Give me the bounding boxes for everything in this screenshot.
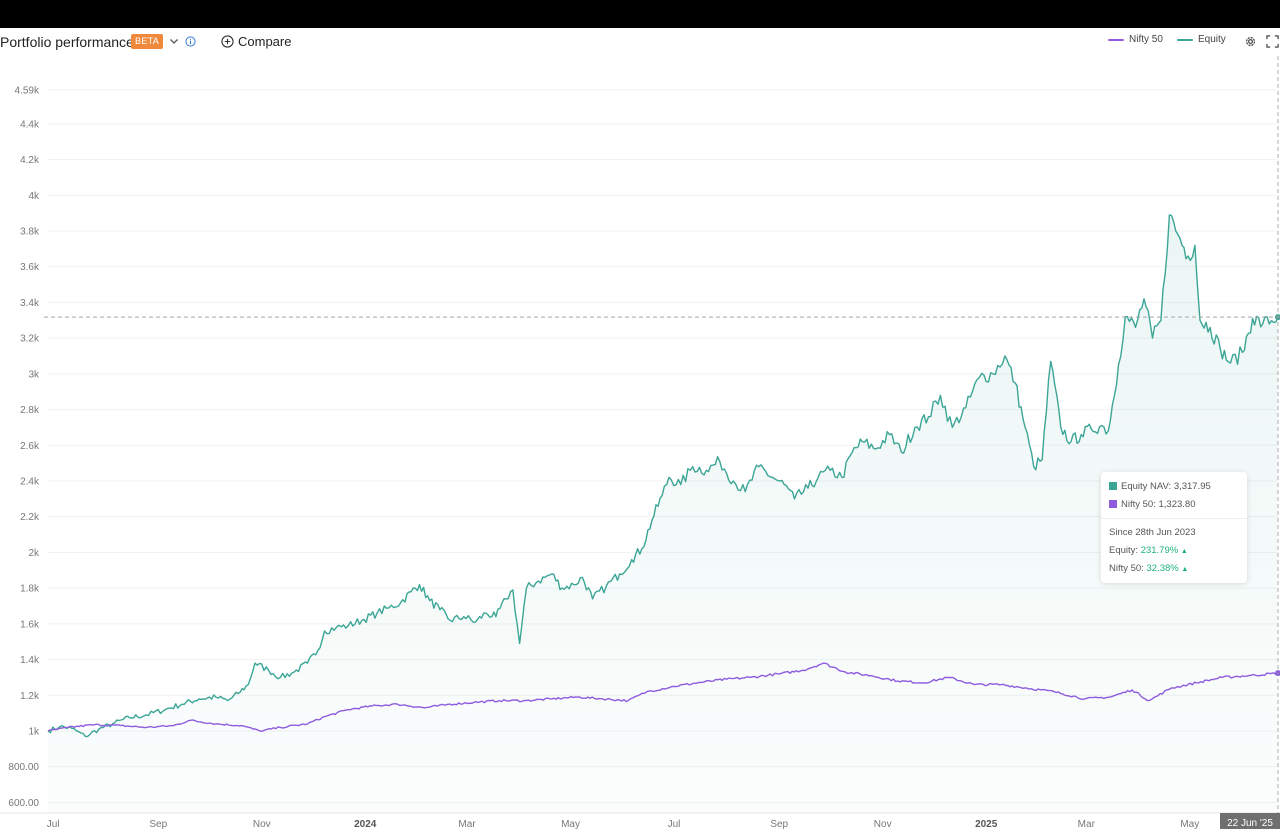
chart-header: Portfolio performance BETA Compare Nifty… bbox=[0, 28, 1280, 56]
tooltip-nifty-return-value: 32.38% bbox=[1146, 563, 1179, 574]
y-tick-label: 800.00 bbox=[8, 762, 39, 773]
legend-label-equity: Equity bbox=[1198, 34, 1226, 45]
info-icon[interactable] bbox=[185, 36, 196, 47]
x-tick-label: Sep bbox=[149, 819, 167, 829]
legend-swatch-nifty bbox=[1108, 39, 1124, 41]
y-tick-label: 2.2k bbox=[20, 512, 40, 523]
x-tick-label: 2025 bbox=[975, 819, 998, 829]
performance-chart: 600.00 800.00 1k 1.2k 1.4k 1.6k 1.8k 2k 2.2k 2.4k… bbox=[0, 56, 1280, 829]
x-tick-label: Nov bbox=[874, 819, 892, 829]
x-tick-label: Nov bbox=[253, 819, 271, 829]
page-title: Portfolio performance bbox=[0, 34, 134, 50]
beta-badge: BETA bbox=[131, 34, 164, 49]
tooltip-nifty-swatch bbox=[1109, 500, 1117, 508]
x-tick-label: Sep bbox=[770, 819, 788, 829]
chevron-down-icon[interactable] bbox=[168, 35, 180, 47]
y-tick-label: 2k bbox=[28, 548, 40, 559]
up-arrow-icon: ▲ bbox=[1181, 566, 1189, 573]
x-tick-label: May bbox=[561, 819, 580, 829]
tooltip-nifty-return-label: Nifty 50: bbox=[1109, 563, 1144, 574]
y-tick-label: 1k bbox=[28, 727, 40, 738]
tooltip-divider bbox=[1101, 518, 1247, 519]
y-tick-label: 600.00 bbox=[8, 798, 39, 809]
y-tick-label: 4.2k bbox=[20, 155, 40, 166]
y-tick-label: 3.4k bbox=[20, 298, 40, 309]
y-tick-label: 1.4k bbox=[20, 655, 40, 666]
tooltip-equity-swatch bbox=[1109, 482, 1117, 490]
y-tick-label: 2.8k bbox=[20, 405, 40, 416]
x-tick-label: Mar bbox=[458, 819, 476, 829]
x-tick-label: Jul bbox=[47, 819, 60, 829]
legend-swatch-equity bbox=[1177, 39, 1193, 41]
x-tick-label: Mar bbox=[1078, 819, 1096, 829]
plus-circle-icon bbox=[221, 35, 234, 48]
y-tick-label: 1.8k bbox=[20, 584, 40, 595]
top-black-bar bbox=[0, 0, 1280, 28]
y-tick-label: 4.4k bbox=[20, 119, 40, 130]
crosshair-date-label: 22 Jun '25 bbox=[1227, 818, 1273, 829]
tooltip-equity-label: Equity NAV: bbox=[1121, 481, 1172, 492]
y-tick-label: 2.6k bbox=[20, 441, 40, 452]
tooltip-equity-value: 3,317.95 bbox=[1173, 481, 1211, 492]
y-axis: 600.00 800.00 1k 1.2k 1.4k 1.6k 1.8k 2k 2.2k 2.4k… bbox=[8, 85, 40, 808]
x-tick-label: Jul bbox=[668, 819, 681, 829]
chart-series bbox=[47, 214, 1280, 813]
x-axis: Jul Sep Nov 2024 Mar May Jul Sep Nov 2025 Mar May bbox=[47, 819, 1200, 829]
tooltip-nifty-value: 1,323.80 bbox=[1158, 499, 1196, 510]
y-tick-label: 1.6k bbox=[20, 619, 40, 630]
tooltip-nifty-label: Nifty 50: bbox=[1121, 499, 1156, 510]
fullscreen-icon[interactable] bbox=[1266, 35, 1279, 48]
tooltip-equity-return-value: 231.79% bbox=[1140, 545, 1179, 556]
y-tick-label: 4k bbox=[28, 191, 40, 202]
tooltip-nifty-nav: Nifty 50: 1,323.80 bbox=[1109, 499, 1195, 510]
tooltip-nifty-return: Nifty 50: 32.38% ▲ bbox=[1109, 563, 1188, 574]
up-arrow-icon: ▲ bbox=[1180, 548, 1188, 555]
chart-tooltip: Equity NAV: 3,317.95 Nifty 50: 1,323.80 … bbox=[1101, 472, 1247, 583]
tooltip-equity-nav: Equity NAV: 3,317.95 bbox=[1109, 481, 1211, 492]
y-tick-label: 3.6k bbox=[20, 262, 40, 273]
x-tick-label: 2024 bbox=[354, 819, 377, 829]
legend-label-nifty: Nifty 50 bbox=[1129, 34, 1163, 45]
y-tick-label: 3k bbox=[28, 369, 40, 380]
y-tick-label: 3.2k bbox=[20, 334, 40, 345]
gear-icon[interactable] bbox=[1244, 35, 1257, 48]
compare-label: Compare bbox=[238, 34, 292, 49]
y-tick-label: 4.59k bbox=[15, 85, 40, 96]
tooltip-equity-return: Equity: 231.79% ▲ bbox=[1109, 545, 1188, 556]
tooltip-since: Since 28th Jun 2023 bbox=[1109, 527, 1196, 538]
y-tick-label: 3.8k bbox=[20, 227, 40, 238]
tooltip-equity-return-label: Equity: bbox=[1109, 545, 1139, 556]
y-tick-label: 2.4k bbox=[20, 477, 40, 488]
equity-area bbox=[48, 214, 1278, 813]
x-tick-label: May bbox=[1180, 819, 1199, 829]
y-tick-label: 1.2k bbox=[20, 691, 40, 702]
